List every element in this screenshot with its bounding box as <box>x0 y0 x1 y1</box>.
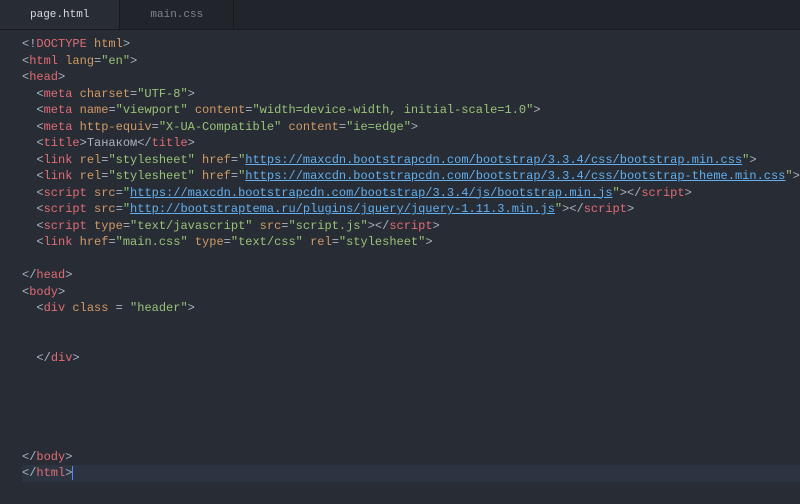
code-line[interactable]: </div> <box>22 350 800 367</box>
code-line[interactable]: <script src="https://maxcdn.bootstrapcdn… <box>22 185 800 202</box>
code-line[interactable]: </body> <box>22 449 800 466</box>
code-line[interactable] <box>22 383 800 400</box>
code-line[interactable] <box>22 251 800 268</box>
code-line[interactable]: <script src="http://bootstraptema.ru/plu… <box>22 201 800 218</box>
tab-page-html[interactable]: page.html <box>0 0 120 29</box>
code-line[interactable]: <script type="text/javascript" src="scri… <box>22 218 800 235</box>
tab-main-css[interactable]: main.css <box>120 0 234 29</box>
code-line[interactable]: <link href="main.css" type="text/css" re… <box>22 234 800 251</box>
code-line[interactable]: <link rel="stylesheet" href="https://max… <box>22 168 800 185</box>
code-line[interactable]: </html> <box>22 465 800 482</box>
code-line[interactable]: <title>Танаком</title> <box>22 135 800 152</box>
code-line[interactable]: <meta name="viewport" content="width=dev… <box>22 102 800 119</box>
code-line[interactable]: <meta charset="UTF-8"> <box>22 86 800 103</box>
code-editor[interactable]: <!DOCTYPE html><html lang="en"><head> <m… <box>0 30 800 488</box>
code-line[interactable]: <div class = "header"> <box>22 300 800 317</box>
code-line[interactable]: <meta http-equiv="X-UA-Compatible" conte… <box>22 119 800 136</box>
text-cursor <box>72 466 73 480</box>
code-line[interactable]: </head> <box>22 267 800 284</box>
code-line[interactable]: <head> <box>22 69 800 86</box>
tab-label: page.html <box>30 9 89 21</box>
code-line[interactable] <box>22 366 800 383</box>
code-line[interactable] <box>22 333 800 350</box>
code-line[interactable] <box>22 416 800 433</box>
tab-label: main.css <box>150 9 203 21</box>
code-line[interactable]: <!DOCTYPE html> <box>22 36 800 53</box>
code-line[interactable] <box>22 317 800 334</box>
code-line[interactable]: <html lang="en"> <box>22 53 800 70</box>
code-line[interactable]: <body> <box>22 284 800 301</box>
tab-bar: page.html main.css <box>0 0 800 30</box>
code-line[interactable]: <link rel="stylesheet" href="https://max… <box>22 152 800 169</box>
code-line[interactable] <box>22 399 800 416</box>
code-line[interactable] <box>22 432 800 449</box>
